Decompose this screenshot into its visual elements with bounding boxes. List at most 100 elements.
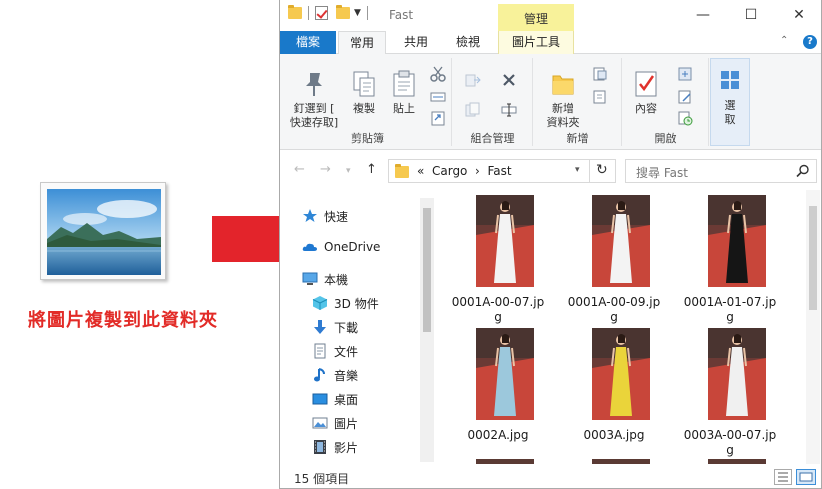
tab-view[interactable]: 檢視 <box>444 31 492 54</box>
content-scrollbar[interactable] <box>806 190 820 464</box>
file-name-line1: 0001A-01-07.jp <box>683 295 777 309</box>
customize-toolbar-dropdown-icon[interactable]: ▼ <box>354 8 361 18</box>
new-folder-button[interactable]: 新增 資料夾 <box>540 70 586 130</box>
breadcrumb: « Cargo › Fast <box>417 164 512 178</box>
file-item[interactable]: 0003A.jpg <box>556 328 672 458</box>
new-folder-icon <box>550 70 576 98</box>
photo-thumbnail[interactable] <box>476 328 534 420</box>
select-label-line2: 取 <box>724 113 736 126</box>
address-bar[interactable]: « Cargo › Fast ▾ ↻ <box>388 159 616 183</box>
search-input[interactable]: 搜尋 Fast <box>636 164 688 181</box>
help-icon[interactable]: ? <box>803 35 817 49</box>
computer-icon <box>302 271 318 287</box>
file-name: 0003A.jpg <box>559 428 669 443</box>
tab-picture-tools[interactable]: 圖片工具 <box>498 31 574 54</box>
large-icons-view-icon[interactable] <box>796 469 816 485</box>
new-folder-icon[interactable] <box>336 5 350 19</box>
tab-home[interactable]: 常用 <box>338 31 386 55</box>
up-arrow-icon[interactable]: ↑ <box>366 162 377 177</box>
copy-path-icon[interactable] <box>430 89 446 105</box>
paste-icon <box>391 70 417 98</box>
minimize-button[interactable]: — <box>680 3 726 27</box>
star-icon <box>302 208 318 224</box>
paste-button[interactable]: 貼上 <box>386 70 422 116</box>
nav-documents[interactable]: 文件 <box>312 341 358 361</box>
file-item[interactable]: 0001A-00-07.jp g <box>440 195 556 325</box>
file-item[interactable]: 0001A-00-09.jp g <box>556 195 672 325</box>
photo-thumbnail[interactable] <box>476 195 534 287</box>
recent-locations-chevron-icon[interactable]: ▾ <box>346 166 351 176</box>
music-note-icon <box>312 367 328 383</box>
tab-share[interactable]: 共用 <box>392 31 440 54</box>
search-icon[interactable] <box>796 164 810 178</box>
edit-icon[interactable] <box>677 89 693 105</box>
pin-icon <box>301 70 327 98</box>
breadcrumb-overflow[interactable]: « <box>417 164 424 178</box>
content-scrollbar-thumb[interactable] <box>809 206 817 310</box>
nav-videos[interactable]: 影片 <box>312 437 358 457</box>
nav-3d-objects[interactable]: 3D 物件 <box>312 293 379 313</box>
delete-icon[interactable] <box>501 72 517 88</box>
title-bar: ▼ Fast 管理 — ☐ ✕ <box>280 0 821 31</box>
breadcrumb-cargo[interactable]: Cargo <box>432 164 467 178</box>
cloud-icon <box>302 239 318 255</box>
back-arrow-icon[interactable]: ← <box>294 162 305 177</box>
refresh-icon[interactable]: ↻ <box>596 162 608 178</box>
copy-to-icon[interactable] <box>465 102 481 118</box>
properties-check-icon <box>633 70 659 98</box>
search-box[interactable]: 搜尋 Fast <box>625 159 817 183</box>
nav-this-pc[interactable]: 本機 <box>302 269 348 289</box>
copy-button[interactable]: 複製 <box>346 70 382 116</box>
nav-quick-access[interactable]: 快速 <box>302 206 348 226</box>
paste-shortcut-icon[interactable] <box>430 110 446 126</box>
file-name-line1: 0002A.jpg <box>467 428 529 442</box>
address-dropdown-icon[interactable]: ▾ <box>575 165 580 175</box>
easy-access-icon[interactable] <box>592 89 608 105</box>
nav-onedrive[interactable]: OneDrive <box>302 237 380 257</box>
nav-scrollbar-thumb[interactable] <box>423 208 431 332</box>
pin-label-line2: 快速存取] <box>289 116 339 129</box>
pin-quick-access-button[interactable]: 釘選到 [ 快速存取] <box>286 70 342 130</box>
breadcrumb-fast[interactable]: Fast <box>488 164 512 178</box>
nav-scrollbar[interactable] <box>420 198 434 462</box>
open-icon[interactable] <box>677 66 693 82</box>
photo-thumbnail[interactable] <box>592 195 650 287</box>
divider <box>308 6 309 20</box>
tab-file[interactable]: 檔案 <box>280 31 336 54</box>
document-icon <box>312 343 328 359</box>
file-item[interactable]: 0001A-01-07.jp g <box>672 195 788 325</box>
collapse-ribbon-chevron-icon[interactable]: ⌃ <box>780 35 788 46</box>
nav-quick-access-label: 快速 <box>324 209 349 224</box>
cut-icon[interactable] <box>430 66 446 82</box>
open-group: 內容 開啟 <box>623 58 709 146</box>
nav-pictures[interactable]: 圖片 <box>312 413 358 433</box>
forward-arrow-icon[interactable]: → <box>320 162 331 177</box>
divider <box>589 159 590 183</box>
breadcrumb-separator: › <box>475 164 480 178</box>
file-item[interactable]: 0003A-00-07.jp g <box>672 328 788 458</box>
properties-check-icon[interactable] <box>315 6 328 20</box>
maximize-button[interactable]: ☐ <box>728 3 774 27</box>
photo-thumbnail[interactable] <box>708 195 766 287</box>
clipboard-group: 釘選到 [ 快速存取] 複製 貼上 剪貼簿 <box>284 58 452 146</box>
move-to-icon[interactable] <box>465 72 481 88</box>
history-icon[interactable] <box>677 110 693 126</box>
properties-button[interactable]: 內容 <box>627 70 665 116</box>
ribbon: 釘選到 [ 快速存取] 複製 貼上 剪貼簿 組合管理 新增 資料夾 新增 內容 … <box>280 54 821 150</box>
file-item[interactable]: 0002A.jpg <box>440 328 556 458</box>
select-group[interactable]: 選 取 <box>710 58 750 146</box>
new-item-icon[interactable] <box>592 66 608 82</box>
nav-downloads[interactable]: 下載 <box>312 317 358 337</box>
rename-icon[interactable] <box>501 102 517 118</box>
close-button[interactable]: ✕ <box>776 3 821 27</box>
photo-thumbnail[interactable] <box>592 328 650 420</box>
item-count: 15 個項目 <box>294 472 350 486</box>
photo-thumbnail[interactable] <box>708 328 766 420</box>
nav-desktop[interactable]: 桌面 <box>312 389 358 409</box>
select-button[interactable]: 選 取 <box>711 67 749 127</box>
nav-music[interactable]: 音樂 <box>312 365 358 385</box>
select-grid-icon <box>717 67 743 95</box>
details-view-icon[interactable] <box>774 469 792 485</box>
picture-file-icon[interactable] <box>40 182 166 280</box>
context-tab-manage[interactable]: 管理 <box>498 4 574 31</box>
